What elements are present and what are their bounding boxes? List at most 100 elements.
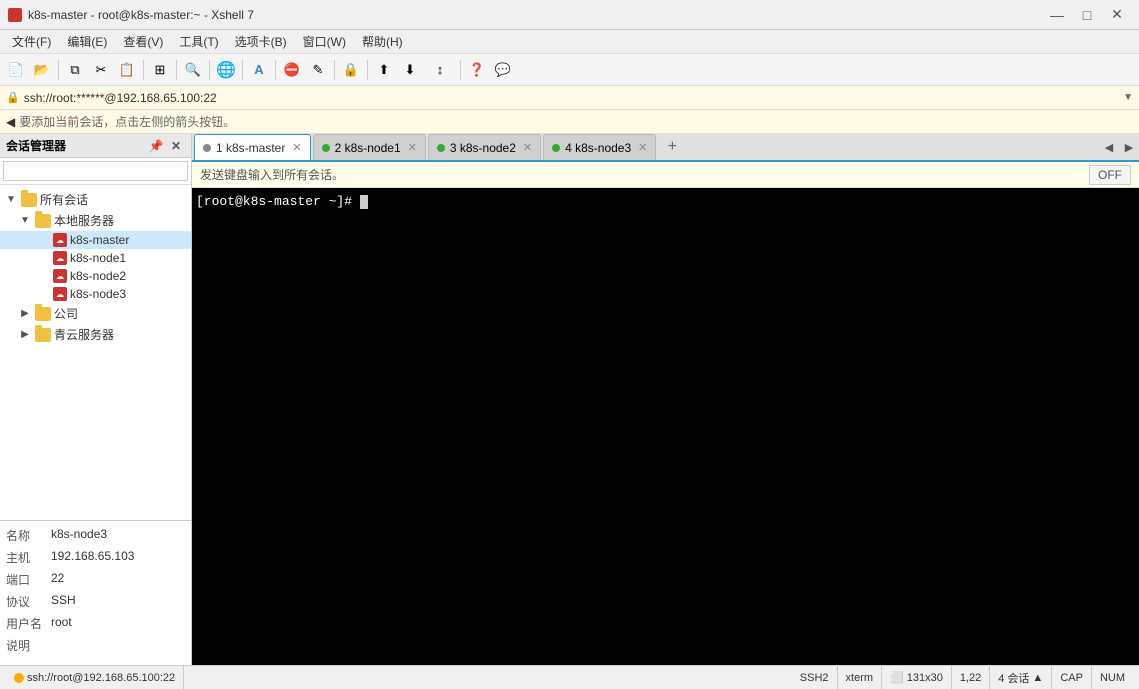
session-search-input[interactable] bbox=[3, 161, 188, 181]
tab-dot-k8s-node2 bbox=[437, 144, 445, 152]
statusbar-num-label: NUM bbox=[1100, 672, 1125, 684]
menu-view[interactable]: 查看(V) bbox=[115, 30, 171, 54]
address-text: ssh://root:******@192.168.65.100:22 bbox=[24, 91, 1119, 105]
lock-button[interactable]: 🔒 bbox=[339, 58, 363, 82]
terminal[interactable]: [root@k8s-master ~]# bbox=[192, 188, 1139, 665]
info-label-protocol: 协议 bbox=[6, 593, 51, 613]
feedback-button[interactable]: 💬 bbox=[491, 58, 515, 82]
tab-k8s-node1[interactable]: 2 k8s-node1 ✕ bbox=[313, 134, 426, 160]
find-button[interactable]: 🔍 bbox=[181, 58, 205, 82]
tab-label-k8s-node1: 2 k8s-node1 bbox=[335, 141, 401, 155]
tab-scroll-left[interactable]: ◀ bbox=[1099, 135, 1119, 159]
tab-dot-k8s-node1 bbox=[322, 144, 330, 152]
tree-item-k8s-node3[interactable]: ☁ k8s-node3 bbox=[0, 285, 191, 303]
content-area: 1 k8s-master ✕ 2 k8s-node1 ✕ 3 k8s-node2… bbox=[192, 134, 1139, 665]
sidebar-pin-icon[interactable]: 📌 bbox=[147, 137, 165, 155]
upload-button[interactable]: ⬆ bbox=[372, 58, 396, 82]
tree-label-k8s-node2: k8s-node2 bbox=[70, 269, 126, 283]
tree-item-qingyun[interactable]: ▶ 青云服务器 bbox=[0, 324, 191, 345]
titlebar-left: k8s-master - root@k8s-master:~ - Xshell … bbox=[8, 8, 254, 22]
toolbar-view[interactable]: ⊞ bbox=[148, 58, 172, 82]
copy-button[interactable]: ⧉ bbox=[63, 58, 87, 82]
tree-item-k8s-node2[interactable]: ☁ k8s-node2 bbox=[0, 267, 191, 285]
info-label-username: 用户名 bbox=[6, 615, 51, 635]
folder-all-icon bbox=[21, 193, 37, 207]
statusbar-ssh: SSH2 bbox=[792, 666, 838, 689]
info-row-note: 说明 bbox=[6, 637, 185, 657]
transfer-button[interactable]: ↕ bbox=[424, 58, 456, 82]
menu-help[interactable]: 帮助(H) bbox=[354, 30, 411, 54]
statusbar-cursor-pos: 1,22 bbox=[960, 672, 981, 684]
notice-arrow-icon[interactable]: ◀ bbox=[6, 115, 15, 129]
tree-item-local[interactable]: ▼ 本地服务器 bbox=[0, 210, 191, 231]
tab-close-k8s-node2[interactable]: ✕ bbox=[523, 141, 532, 154]
close-button[interactable]: ✕ bbox=[1103, 5, 1131, 25]
broadcast-toggle-button[interactable]: OFF bbox=[1089, 165, 1131, 185]
info-label-host: 主机 bbox=[6, 549, 51, 569]
minimize-button[interactable]: — bbox=[1043, 5, 1071, 25]
tab-scroll-right[interactable]: ▶ bbox=[1119, 135, 1139, 159]
tree-item-all-sessions[interactable]: ▼ 所有会话 bbox=[0, 189, 191, 210]
tree-item-company[interactable]: ▶ 公司 bbox=[0, 303, 191, 324]
tab-k8s-master[interactable]: 1 k8s-master ✕ bbox=[194, 134, 311, 160]
sidebar-header-icons: 📌 ✕ bbox=[147, 137, 185, 155]
compose-button[interactable]: ✎ bbox=[306, 58, 330, 82]
toolbar-sep-6 bbox=[275, 60, 276, 80]
cut-button[interactable]: ✂ bbox=[89, 58, 113, 82]
info-value-username: root bbox=[51, 615, 72, 635]
tree-item-k8s-master[interactable]: ☁ k8s-master bbox=[0, 231, 191, 249]
font-button[interactable]: A bbox=[247, 58, 271, 82]
tab-close-k8s-node1[interactable]: ✕ bbox=[408, 141, 417, 154]
menu-window[interactable]: 窗口(W) bbox=[295, 30, 354, 54]
open-button[interactable]: 📂 bbox=[30, 58, 54, 82]
info-value-port: 22 bbox=[51, 571, 64, 591]
menu-edit[interactable]: 编辑(E) bbox=[59, 30, 115, 54]
toolbar-sep-8 bbox=[367, 60, 368, 80]
info-label-note: 说明 bbox=[6, 637, 51, 657]
tab-close-k8s-node3[interactable]: ✕ bbox=[638, 141, 647, 154]
help-button[interactable]: ❓ bbox=[465, 58, 489, 82]
sidebar-info: 名称 k8s-node3 主机 192.168.65.103 端口 22 协议 … bbox=[0, 520, 191, 665]
stop-button[interactable]: ⛔ bbox=[280, 58, 304, 82]
statusbar-sessions-label: 4 会话 bbox=[998, 670, 1029, 686]
broadcast-text: 发送键盘输入到所有会话。 bbox=[200, 166, 344, 183]
tree-label-k8s-node1: k8s-node1 bbox=[70, 251, 126, 265]
tab-k8s-node2[interactable]: 3 k8s-node2 ✕ bbox=[428, 134, 541, 160]
tree-label-k8s-master: k8s-master bbox=[70, 233, 129, 247]
conn-icon-k8s-node3: ☁ bbox=[53, 287, 67, 301]
main-area: 会话管理器 📌 ✕ ▼ 所有会话 ▼ 本地服务器 bbox=[0, 134, 1139, 665]
address-dropdown[interactable]: ▼ bbox=[1123, 92, 1133, 103]
add-tab-button[interactable]: + bbox=[660, 135, 684, 159]
maximize-button[interactable]: □ bbox=[1073, 5, 1101, 25]
tab-k8s-node3[interactable]: 4 k8s-node3 ✕ bbox=[543, 134, 656, 160]
tree-item-k8s-node1[interactable]: ☁ k8s-node1 bbox=[0, 249, 191, 267]
info-row-host: 主机 192.168.65.103 bbox=[6, 549, 185, 569]
statusbar-sessions: 4 会话 ▲ bbox=[990, 666, 1052, 689]
conn-icon-k8s-node2: ☁ bbox=[53, 269, 67, 283]
statusbar-cap: CAP bbox=[1052, 666, 1092, 689]
download-button[interactable]: ⬇ bbox=[398, 58, 422, 82]
statusbar-sessions-arrow[interactable]: ▲ bbox=[1032, 672, 1043, 684]
toolbar-sep-7 bbox=[334, 60, 335, 80]
menu-tools[interactable]: 工具(T) bbox=[171, 30, 226, 54]
statusbar-size: ⬜ 131x30 bbox=[882, 666, 952, 689]
new-session-button[interactable]: 📄 bbox=[4, 58, 28, 82]
statusbar-size-label: 131x30 bbox=[907, 672, 943, 684]
info-row-username: 用户名 root bbox=[6, 615, 185, 635]
menu-file[interactable]: 文件(F) bbox=[4, 30, 59, 54]
paste-button[interactable]: 📋 bbox=[115, 58, 139, 82]
app-icon bbox=[8, 8, 22, 22]
tab-close-k8s-master[interactable]: ✕ bbox=[292, 141, 301, 154]
toolbar-sep-4 bbox=[209, 60, 210, 80]
toolbar-sep-1 bbox=[58, 60, 59, 80]
tab-bar: 1 k8s-master ✕ 2 k8s-node1 ✕ 3 k8s-node2… bbox=[192, 134, 1139, 162]
info-label-name: 名称 bbox=[6, 527, 51, 547]
menu-tabs[interactable]: 选项卡(B) bbox=[227, 30, 295, 54]
sidebar: 会话管理器 📌 ✕ ▼ 所有会话 ▼ 本地服务器 bbox=[0, 134, 192, 665]
sidebar-close-icon[interactable]: ✕ bbox=[167, 137, 185, 155]
statusbar-dot bbox=[14, 673, 24, 683]
statusbar-size-icon: ⬜ bbox=[890, 671, 904, 684]
tab-label-k8s-master: 1 k8s-master bbox=[216, 141, 285, 155]
statusbar-term: xterm bbox=[838, 666, 883, 689]
connect-button[interactable]: 🌐 bbox=[214, 58, 238, 82]
